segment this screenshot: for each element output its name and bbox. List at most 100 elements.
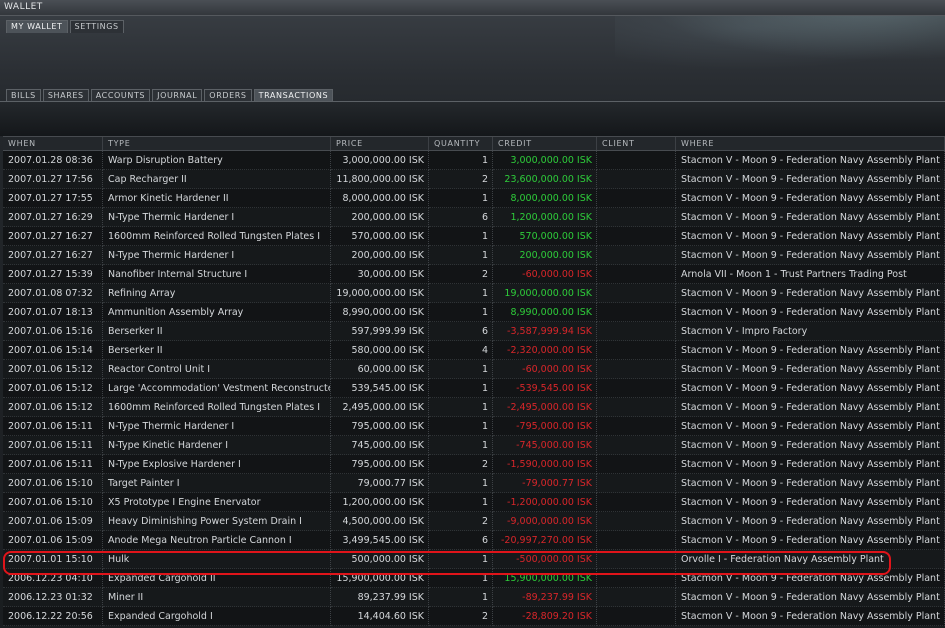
table-row[interactable]: 2007.01.27 16:27 N-Type Thermic Hardener … — [3, 246, 945, 265]
cell-where: Stacmon V - Moon 9 - Federation Navy Ass… — [676, 531, 945, 550]
cell-credit: 570,000.00 ISK — [493, 227, 597, 246]
cell-client — [597, 607, 676, 626]
table-row[interactable]: 2007.01.27 17:55 Armor Kinetic Hardener I… — [3, 189, 945, 208]
cell-type: Warp Disruption Battery — [103, 151, 331, 170]
table-row[interactable]: 2006.12.23 04:10 Expanded Cargohold II 15,… — [3, 569, 945, 588]
window-title: WALLET — [4, 2, 43, 12]
cell-client — [597, 417, 676, 436]
cell-credit: -60,000.00 ISK — [493, 360, 597, 379]
cell-type: Nanofiber Internal Structure I — [103, 265, 331, 284]
cell-where: Stacmon V - Impro Factory — [676, 322, 945, 341]
cell-type: N-Type Kinetic Hardener I — [103, 436, 331, 455]
table-row[interactable]: 2007.01.27 16:29 N-Type Thermic Hardener … — [3, 208, 945, 227]
cell-price: 19,000,000.00 ISK — [331, 284, 429, 303]
table-row[interactable]: 2007.01.01 15:10 Hulk 500,000.00 ISK 1 -500,… — [3, 550, 945, 569]
cell-client — [597, 208, 676, 227]
column-header-type[interactable]: TYPE — [103, 137, 331, 150]
table-row[interactable]: 2007.01.27 15:39 Nanofiber Internal Struc… — [3, 265, 945, 284]
table-row[interactable]: 2007.01.06 15:10 X5 Prototype I Engine En… — [3, 493, 945, 512]
cell-quantity: 1 — [429, 284, 493, 303]
table-row[interactable]: 2007.01.06 15:12 1600mm Reinforced Rolled… — [3, 398, 945, 417]
cell-where: Stacmon V - Moon 9 - Federation Navy Ass… — [676, 208, 945, 227]
panel-toolbar-area — [0, 102, 945, 136]
cell-when: 2007.01.06 15:16 — [3, 322, 103, 341]
cell-client — [597, 303, 676, 322]
table-row[interactable]: 2007.01.06 15:14 Berserker II 580,000.00 I… — [3, 341, 945, 360]
cell-type: Target Painter I — [103, 474, 331, 493]
cell-price: 200,000.00 ISK — [331, 208, 429, 227]
cell-client — [597, 436, 676, 455]
cell-quantity: 1 — [429, 550, 493, 569]
cell-client — [597, 531, 676, 550]
cell-where: Stacmon V - Moon 9 - Federation Navy Ass… — [676, 246, 945, 265]
tab-my-wallet[interactable]: MY WALLET — [6, 20, 68, 33]
table-row[interactable]: 2007.01.06 15:10 Target Painter I 79,000.7… — [3, 474, 945, 493]
column-header-client[interactable]: CLIENT — [597, 137, 676, 150]
cell-client — [597, 398, 676, 417]
column-header-quantity[interactable]: QUANTITY — [429, 137, 493, 150]
table-row[interactable]: 2007.01.06 15:11 N-Type Thermic Hardener … — [3, 417, 945, 436]
cell-when: 2007.01.06 15:12 — [3, 360, 103, 379]
table-row[interactable]: 2006.12.23 01:32 Miner II 89,237.99 ISK 1 -8… — [3, 588, 945, 607]
table-row[interactable]: 2007.01.27 17:56 Cap Recharger II 11,800,0… — [3, 170, 945, 189]
cell-price: 200,000.00 ISK — [331, 246, 429, 265]
cell-price: 8,000,000.00 ISK — [331, 189, 429, 208]
table-row[interactable]: 2007.01.06 15:12 Reactor Control Unit I 60… — [3, 360, 945, 379]
cell-where: Arnola VII - Moon 1 - Trust Partners Tra… — [676, 265, 945, 284]
cell-where: Stacmon V - Moon 9 - Federation Navy Ass… — [676, 360, 945, 379]
cell-credit: 19,000,000.00 ISK — [493, 284, 597, 303]
cell-when: 2007.01.27 15:39 — [3, 265, 103, 284]
table-row[interactable]: 2007.01.06 15:12 Large 'Accommodation' Ve… — [3, 379, 945, 398]
table-row[interactable]: 2007.01.07 18:13 Ammunition Assembly Arra… — [3, 303, 945, 322]
cell-when: 2007.01.06 15:14 — [3, 341, 103, 360]
cell-where: Stacmon V - Moon 9 - Federation Navy Ass… — [676, 151, 945, 170]
column-header-price[interactable]: PRICE — [331, 137, 429, 150]
cell-credit: -795,000.00 ISK — [493, 417, 597, 436]
cell-where: Stacmon V - Moon 9 - Federation Navy Ass… — [676, 170, 945, 189]
cell-where: Stacmon V - Moon 9 - Federation Navy Ass… — [676, 512, 945, 531]
cell-where: Stacmon V - Moon 9 - Federation Navy Ass… — [676, 417, 945, 436]
cell-type: Anode Mega Neutron Particle Cannon I — [103, 531, 331, 550]
tab-settings[interactable]: SETTINGS — [69, 20, 124, 33]
column-header-where[interactable]: WHERE — [676, 137, 945, 150]
table-row[interactable]: 2007.01.28 08:36 Warp Disruption Battery 3… — [3, 151, 945, 170]
table-row[interactable]: 2007.01.27 16:27 1600mm Reinforced Rolled… — [3, 227, 945, 246]
cell-when: 2007.01.06 15:10 — [3, 474, 103, 493]
cell-type: N-Type Explosive Hardener I — [103, 455, 331, 474]
cell-when: 2007.01.01 15:10 — [3, 550, 103, 569]
cell-where: Orvolle I - Federation Navy Assembly Pla… — [676, 550, 945, 569]
table-row[interactable]: 2007.01.06 15:09 Heavy Diminishing Power … — [3, 512, 945, 531]
cell-price: 79,000.77 ISK — [331, 474, 429, 493]
table-row[interactable]: 2007.01.06 15:11 N-Type Kinetic Hardener … — [3, 436, 945, 455]
cell-price: 795,000.00 ISK — [331, 455, 429, 474]
cell-where: Stacmon V - Moon 9 - Federation Navy Ass… — [676, 588, 945, 607]
cell-where: Stacmon V - Moon 9 - Federation Navy Ass… — [676, 341, 945, 360]
table-row[interactable]: 2006.12.22 20:56 Expanded Cargohold I 14,4… — [3, 607, 945, 626]
table-row[interactable]: 2007.01.06 15:16 Berserker II 597,999.99 I… — [3, 322, 945, 341]
cell-credit: -539,545.00 ISK — [493, 379, 597, 398]
table-row[interactable]: 2007.01.06 15:09 Anode Mega Neutron Parti… — [3, 531, 945, 550]
cell-client — [597, 189, 676, 208]
title-bar[interactable]: WALLET — [0, 0, 945, 16]
column-header-when[interactable]: WHEN — [3, 137, 103, 150]
table-row[interactable]: 2007.01.06 15:11 N-Type Explosive Hardene… — [3, 455, 945, 474]
cell-type: Berserker II — [103, 322, 331, 341]
transactions-table: WHEN TYPE PRICE QUANTITY CREDIT CLIENT W… — [3, 136, 945, 626]
cell-type: 1600mm Reinforced Rolled Tungsten Plates… — [103, 227, 331, 246]
cell-where: Stacmon V - Moon 9 - Federation Navy Ass… — [676, 474, 945, 493]
cell-price: 89,237.99 ISK — [331, 588, 429, 607]
column-header-credit[interactable]: CREDIT — [493, 137, 597, 150]
table-row[interactable]: 2007.01.08 07:32 Refining Array 19,000,000… — [3, 284, 945, 303]
cell-when: 2007.01.07 18:13 — [3, 303, 103, 322]
cell-client — [597, 265, 676, 284]
cell-price: 30,000.00 ISK — [331, 265, 429, 284]
cell-client — [597, 360, 676, 379]
cell-client — [597, 341, 676, 360]
cell-quantity: 1 — [429, 227, 493, 246]
cell-when: 2007.01.06 15:12 — [3, 379, 103, 398]
cell-quantity: 1 — [429, 151, 493, 170]
cell-price: 745,000.00 ISK — [331, 436, 429, 455]
cell-when: 2007.01.06 15:09 — [3, 512, 103, 531]
cell-when: 2007.01.27 17:56 — [3, 170, 103, 189]
cell-where: Stacmon V - Moon 9 - Federation Navy Ass… — [676, 379, 945, 398]
